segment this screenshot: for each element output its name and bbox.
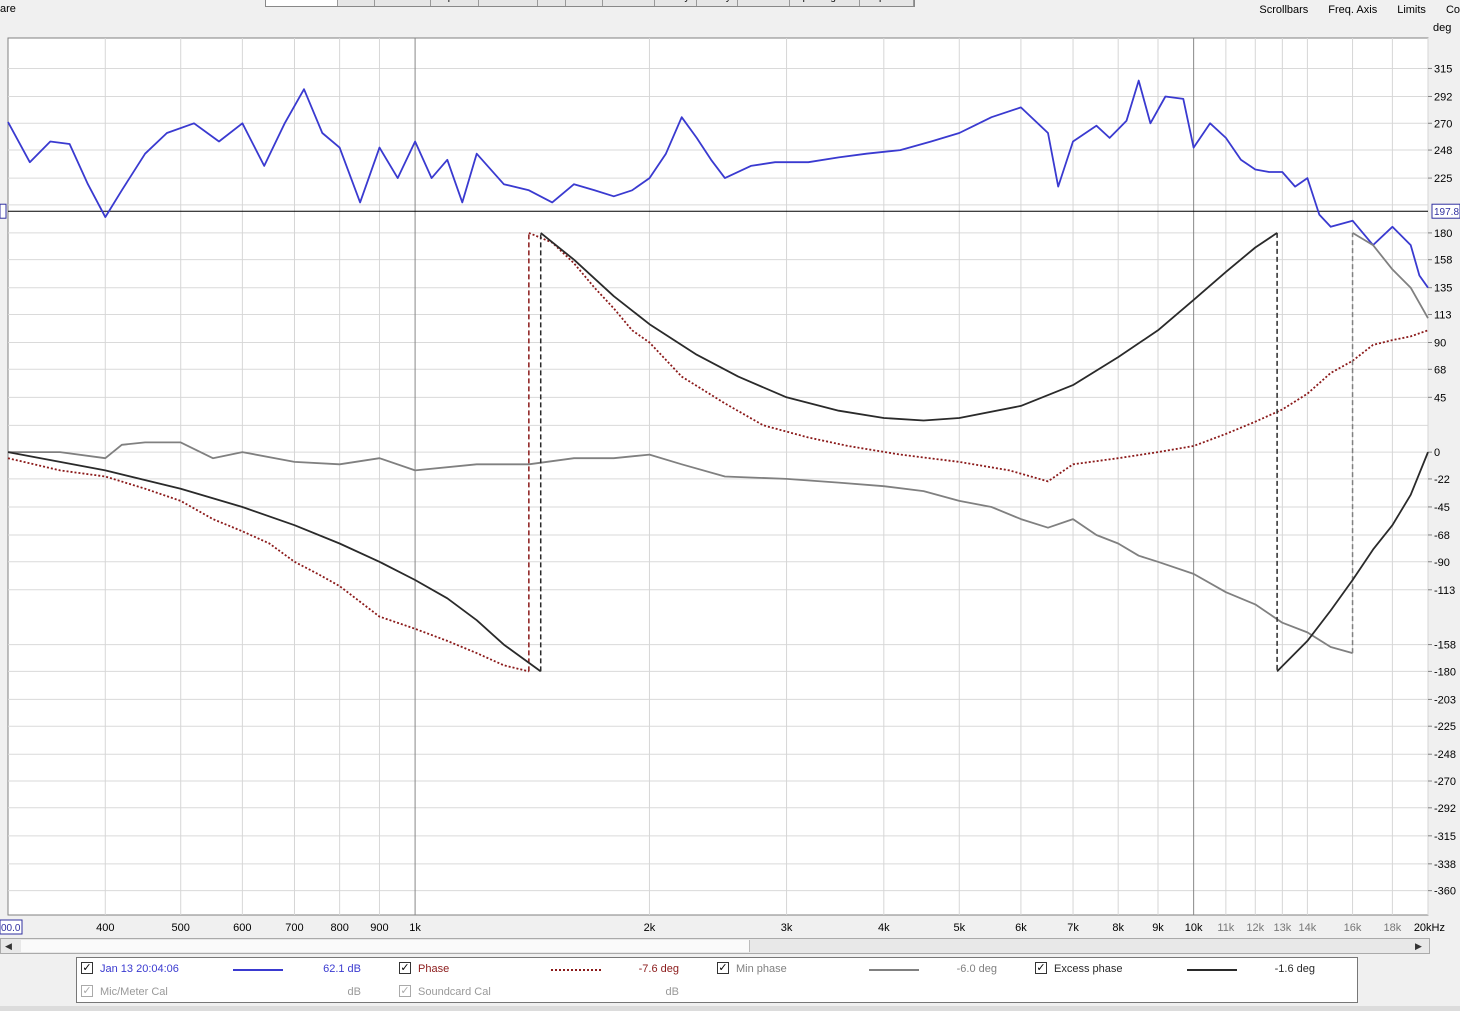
x-tick-label: 600 <box>233 922 251 934</box>
x-tick-label: 700 <box>285 922 303 934</box>
y-tick-label: 45 <box>1434 392 1446 404</box>
y-tick-label: 248 <box>1434 145 1452 157</box>
y-tick-label: -203 <box>1434 694 1456 706</box>
x-tick-label: 8k <box>1112 922 1124 934</box>
x-tick-label: 4k <box>878 922 890 934</box>
y-tick-label: 90 <box>1434 338 1446 350</box>
y-tick-label: -315 <box>1434 831 1456 843</box>
x-tick-label: 1k <box>409 922 421 934</box>
y-tick-label: 135 <box>1434 283 1452 295</box>
x-tick-label: 7k <box>1067 922 1079 934</box>
legend-name: Excess phase <box>1054 963 1123 975</box>
y-tick-label: -158 <box>1434 640 1456 652</box>
x-tick-label: 12k <box>1246 922 1264 934</box>
legend-value: -1.6 deg <box>1274 963 1315 975</box>
y-tick-label: 225 <box>1434 173 1452 185</box>
legend-value: dB <box>665 986 679 998</box>
legend-value: 62.1 dB <box>323 963 361 975</box>
x-tick-label: 14k <box>1299 922 1317 934</box>
legend-swatch <box>551 969 601 971</box>
y-tick-label: -113 <box>1434 585 1455 597</box>
legend-swatch <box>869 969 919 971</box>
y-tick-label: 180 <box>1434 228 1452 240</box>
x-tick-label: 900 <box>370 922 388 934</box>
y-tick-label: 0 <box>1434 447 1440 459</box>
y-tick-label: -360 <box>1434 886 1456 898</box>
legend-name: Min phase <box>736 963 787 975</box>
legend-name: Phase <box>418 963 450 975</box>
legend-name: Soundcard Cal <box>418 986 491 998</box>
x-tick-label: 16k <box>1344 922 1362 934</box>
x-tick-label: 20kHz <box>1414 922 1445 934</box>
min-phase-checkbox[interactable]: ✓ <box>717 962 729 974</box>
x-tick-label: 6k <box>1015 922 1027 934</box>
y-tick-label: 68 <box>1434 364 1446 376</box>
x-tick-label: 3k <box>781 922 793 934</box>
y-tick-label: 158 <box>1434 255 1452 267</box>
y-tick-label: 270 <box>1434 118 1452 130</box>
trace-checkbox[interactable]: ✓ <box>81 962 93 974</box>
y-tick-label: -225 <box>1434 721 1456 733</box>
y-tick-label: 315 <box>1434 63 1452 75</box>
mic-cal-checkbox[interactable]: ✓ <box>81 985 93 997</box>
y-tick-label: -90 <box>1434 557 1450 569</box>
legend-panel: ✓ Jan 13 20:04:06 62.1 dB ✓ Phase -7.6 d… <box>76 957 1358 1003</box>
scroll-thumb[interactable] <box>21 940 750 952</box>
x-tick-label: 10k <box>1185 922 1203 934</box>
x-tick-label: 18k <box>1384 922 1402 934</box>
legend-value: -6.0 deg <box>956 963 997 975</box>
x-tick-label: 500 <box>172 922 190 934</box>
legend-name: Jan 13 20:04:06 <box>100 963 179 975</box>
x-tick-label: 5k <box>953 922 965 934</box>
status-strip <box>0 1006 1460 1011</box>
y-tick-label: -68 <box>1434 530 1450 542</box>
legend-swatch <box>233 969 283 971</box>
scroll-right-arrow-icon[interactable]: ▶ <box>1415 939 1422 953</box>
cursor-left-box <box>0 203 7 219</box>
x-tick-label: 400 <box>96 922 114 934</box>
legend-value: -7.6 deg <box>638 963 679 975</box>
legend-swatch <box>1187 969 1237 971</box>
y-tick-label: -248 <box>1434 749 1456 761</box>
x-tick-label: 2k <box>644 922 656 934</box>
excess-phase-checkbox[interactable]: ✓ <box>1035 962 1047 974</box>
y-tick-label: -180 <box>1434 666 1456 678</box>
soundcard-cal-checkbox[interactable]: ✓ <box>399 985 411 997</box>
x-tick-label: 11k <box>1217 922 1234 934</box>
phase-checkbox[interactable]: ✓ <box>399 962 411 974</box>
y-tick-label: -292 <box>1434 803 1456 815</box>
legend-value: dB <box>347 986 361 998</box>
cursor-x-label: 00.0 <box>1 923 21 934</box>
horizontal-scrollbar[interactable]: ◀ ▶ <box>0 938 1430 954</box>
y-tick-label: -22 <box>1434 474 1450 486</box>
cursor-readout-label: 197.8 <box>1434 207 1459 218</box>
y-tick-label: 292 <box>1434 91 1452 103</box>
y-tick-label: -338 <box>1434 859 1456 871</box>
x-tick-label: 9k <box>1152 922 1164 934</box>
y-tick-label: -270 <box>1434 776 1456 788</box>
y-tick-label: -45 <box>1434 502 1450 514</box>
x-tick-label: 800 <box>330 922 348 934</box>
scroll-left-arrow-icon[interactable]: ◀ <box>5 939 12 953</box>
legend-name: Mic/Meter Cal <box>100 986 168 998</box>
phase-chart[interactable]: 315 292 270 248 225 180 158 135 113 90 68 45 0 -22 -45… <box>0 0 1460 938</box>
y-tick-label: 113 <box>1434 309 1452 321</box>
x-tick-label: 13k <box>1273 922 1291 934</box>
